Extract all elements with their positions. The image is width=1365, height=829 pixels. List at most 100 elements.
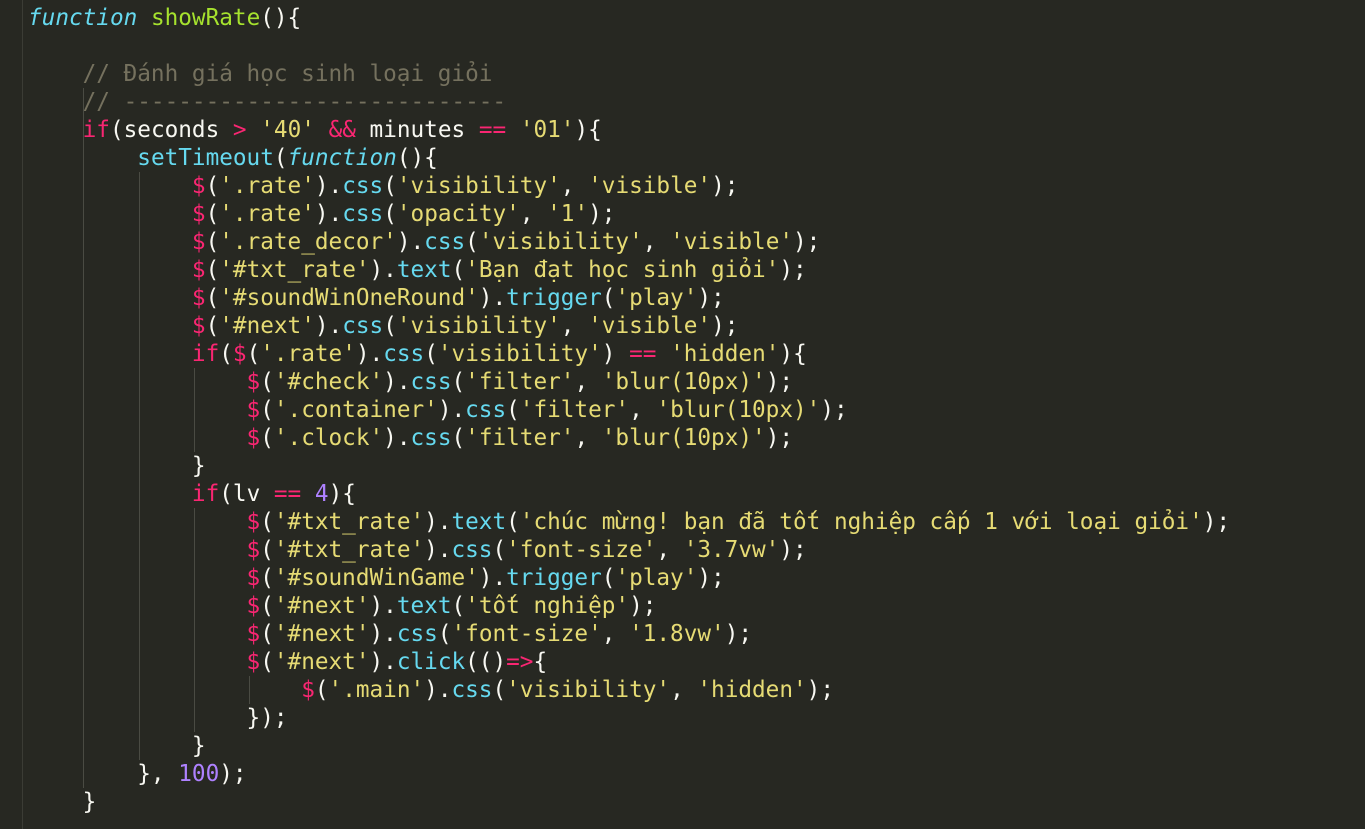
code-token: ( (205, 201, 220, 227)
code-token: 'filter' (465, 425, 575, 451)
code-token: ); (779, 537, 807, 563)
code-token: ); (765, 369, 794, 395)
code-line: $('#soundWinGame').trigger('play'); (28, 564, 725, 592)
code-token: ). (478, 285, 507, 311)
code-token: ); (588, 201, 616, 227)
code-token: ) (601, 341, 630, 367)
code-token: '.container' (273, 397, 438, 423)
code-token: }, (28, 761, 179, 787)
code-token: ( (260, 593, 274, 619)
code-token: (() (465, 649, 507, 675)
code-token: == (629, 341, 657, 367)
code-token: , (574, 369, 602, 395)
code-token: '01' (519, 117, 575, 143)
code-token: $ (301, 677, 315, 703)
code-token: ( (451, 593, 466, 619)
code-token: 'visibility' (396, 173, 561, 199)
code-token: } (28, 789, 97, 815)
code-token: ( (219, 341, 233, 367)
code-token: 'blur(10px)' (656, 397, 821, 423)
code-token: 'visible' (670, 229, 794, 255)
code-token: $ (246, 397, 261, 423)
code-token: 'hidden' (697, 677, 807, 703)
code-token: ). (369, 257, 397, 283)
code-line: $('#next').text('tốt nghiệp'); (28, 592, 657, 620)
code-line: $('.rate_decor').css('visibility', 'visi… (28, 228, 820, 256)
code-token: == (478, 117, 507, 143)
code-token: $ (232, 341, 247, 367)
code-token: ). (383, 369, 411, 395)
code-token: ); (793, 229, 821, 255)
code-token: showRate (150, 5, 261, 31)
code-token: '#txt_rate' (219, 257, 370, 283)
code-token: '#check' (273, 369, 384, 395)
code-token: ( (601, 285, 616, 311)
code-token: '#next' (273, 649, 370, 675)
code-line: $('#txt_rate').text('Bạn đạt học sinh gi… (28, 256, 807, 284)
code-token: $ (246, 649, 261, 675)
code-token: ); (219, 761, 247, 787)
code-token: ); (697, 565, 725, 591)
code-line: $('#next').css('visibility', 'visible'); (28, 312, 738, 340)
code-token: } (28, 453, 206, 479)
code-line: function showRate(){ (28, 4, 301, 32)
code-editor[interactable]: function showRate(){ // Đánh giá học sin… (0, 0, 1365, 829)
code-token: ( (506, 509, 520, 535)
code-token: , (601, 621, 630, 647)
code-token: $ (191, 201, 206, 227)
code-token: ( (314, 677, 329, 703)
code-token: trigger (506, 285, 602, 311)
code-token: ). (437, 397, 466, 423)
code-token: '#soundWinGame' (273, 565, 479, 591)
code-token: css (451, 537, 493, 563)
code-token: } (28, 733, 206, 759)
code-token: $ (191, 173, 206, 199)
code-token: 'play' (615, 285, 698, 311)
code-token: ( (260, 565, 274, 591)
code-token: 'blur(10px)' (601, 425, 766, 451)
code-token: '#next' (273, 621, 370, 647)
code-token: 'visible' (588, 173, 712, 199)
code-token: 'font-size' (451, 621, 602, 647)
code-token: ). (369, 621, 397, 647)
code-line: $('#txt_rate').text('chúc mừng! bạn đã t… (28, 508, 1231, 536)
code-token: (){ (396, 145, 438, 171)
code-token: ( (424, 341, 438, 367)
code-token: '.rate' (219, 173, 315, 199)
code-token: ); (820, 397, 848, 423)
code-token: '3.7vw' (683, 537, 780, 563)
code-token: ( (260, 509, 274, 535)
code-token: ). (424, 509, 452, 535)
code-token: ); (765, 425, 794, 451)
code-token: 'visibility' (506, 677, 671, 703)
code-token: css (383, 341, 425, 367)
code-token: , (670, 677, 698, 703)
code-line: $('.rate').css('opacity', '1'); (28, 200, 616, 228)
code-token: css (410, 369, 452, 395)
code-token: ( (273, 145, 288, 171)
code-token: ). (314, 173, 343, 199)
code-token: ( (506, 397, 520, 423)
gutter-divider (22, 0, 23, 829)
code-line: $('#next').css('font-size', '1.8vw'); (28, 620, 752, 648)
code-token: ( (205, 285, 220, 311)
code-token: $ (191, 257, 206, 283)
code-token: if (191, 481, 220, 507)
code-token: 4 (314, 481, 329, 507)
indent-guide (249, 676, 251, 704)
code-token: 'visible' (588, 313, 712, 339)
code-token: 'chúc mừng! bạn đã tốt nghiệp cấp 1 với … (519, 509, 1203, 535)
code-token: $ (246, 425, 261, 451)
code-token: ( (492, 677, 507, 703)
code-token: 'play' (615, 565, 698, 591)
